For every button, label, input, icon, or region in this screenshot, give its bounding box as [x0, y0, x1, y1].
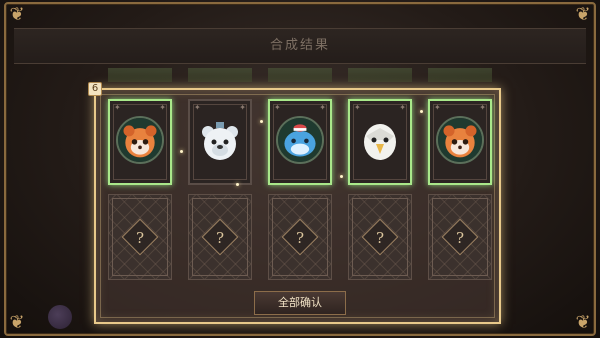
hidden-card-symbol: ? — [295, 229, 305, 247]
dolphin-icon — [276, 116, 324, 164]
header-strip — [188, 68, 252, 82]
star-icon: ✦ — [114, 103, 121, 112]
hidden-card[interactable]: ? — [108, 194, 172, 280]
polar-bear-icon — [196, 116, 244, 164]
hidden-card-symbol: ? — [135, 229, 145, 247]
star-icon: ✦ — [319, 103, 326, 112]
star-icon: ✦ — [274, 103, 281, 112]
eagle-icon — [356, 116, 404, 164]
star-icon: ✦ — [354, 103, 361, 112]
result-card[interactable]: ✦ ✦ — [348, 99, 412, 185]
hidden-card[interactable]: ? — [428, 194, 492, 280]
result-card[interactable]: ✦ ✦ — [428, 99, 492, 185]
result-card[interactable]: ✦ ✦ — [268, 99, 332, 185]
star-icon: ✦ — [159, 103, 166, 112]
dialog-title: 合成结果 — [269, 38, 330, 53]
hidden-card-symbol: ? — [455, 229, 465, 247]
star-icon: ✦ — [399, 103, 406, 112]
header-strip — [428, 68, 492, 82]
sparkle-icon — [260, 120, 263, 123]
hidden-card[interactable]: ? — [188, 194, 252, 280]
sparkle-icon — [420, 110, 423, 113]
sparkle-icon — [340, 175, 343, 178]
hidden-card[interactable]: ? — [348, 194, 412, 280]
corner-ornament-icon: ❦ — [9, 4, 25, 25]
star-icon: ✦ — [479, 103, 486, 112]
result-card[interactable]: ✦ ✦ — [188, 99, 252, 185]
currency-icon — [48, 305, 72, 329]
header-strip — [108, 68, 172, 82]
sparkle-icon — [236, 183, 239, 186]
hidden-card-symbol: ? — [215, 229, 225, 247]
hidden-card-symbol: ? — [375, 229, 385, 247]
corner-ornament-icon: ❦ — [9, 312, 25, 333]
count-badge: 6 — [88, 82, 102, 96]
red-panda-icon — [436, 116, 484, 164]
corner-ornament-icon: ❦ — [575, 4, 591, 25]
confirm-all-button[interactable]: 全部确认 — [254, 291, 346, 315]
star-icon: ✦ — [239, 103, 246, 112]
star-icon: ✦ — [194, 103, 201, 112]
header-strip — [348, 68, 412, 82]
corner-ornament-icon: ❦ — [575, 312, 591, 333]
red-panda-icon — [116, 116, 164, 164]
header-strip — [268, 68, 332, 82]
result-card[interactable]: ✦ ✦ — [108, 99, 172, 185]
sparkle-icon — [180, 150, 183, 153]
hidden-card[interactable]: ? — [268, 194, 332, 280]
star-icon: ✦ — [434, 103, 441, 112]
